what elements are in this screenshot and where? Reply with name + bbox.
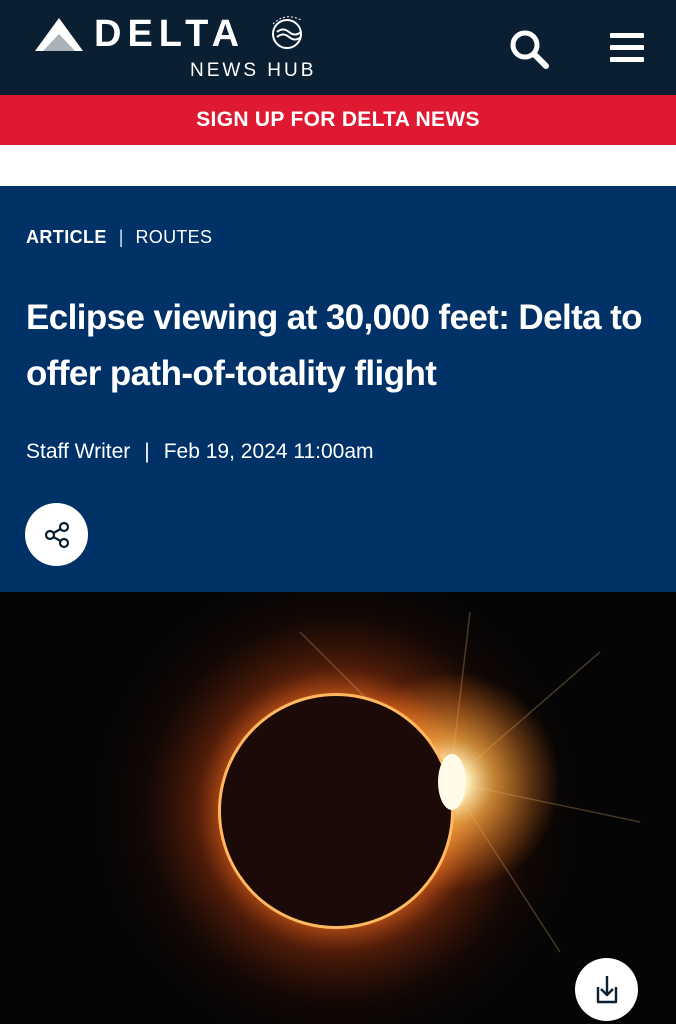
search-icon[interactable] <box>507 27 551 71</box>
site-header: DELTA NEWS HUB <box>0 0 676 95</box>
download-icon <box>596 975 617 1003</box>
author-name: Staff Writer <box>26 440 131 463</box>
byline: Staff Writer | Feb 19, 2024 11:00am <box>26 440 374 464</box>
byline-separator: | <box>144 440 150 463</box>
share-button[interactable] <box>25 503 88 566</box>
hamburger-menu-icon[interactable] <box>608 30 646 66</box>
breadcrumb-separator: | <box>118 227 124 247</box>
article-title: Eclipse viewing at 30,000 feet: Delta to… <box>26 298 643 393</box>
brand-wordmark[interactable]: DELTA <box>94 14 245 54</box>
article-hero: ARTICLE | ROUTES Eclipse viewing at 30,0… <box>0 186 676 592</box>
content-type-label[interactable]: ARTICLE <box>26 227 107 248</box>
signup-label: SIGN UP FOR DELTA NEWS <box>196 108 480 131</box>
category-link-routes[interactable]: ROUTES <box>135 227 212 248</box>
publish-date: Feb 19, 2024 11:00am <box>163 440 374 463</box>
breadcrumb: ARTICLE | ROUTES <box>26 227 212 248</box>
eclipse-hero-image <box>0 592 676 1024</box>
news-hub-label: NEWS HUB <box>190 60 317 81</box>
solar-eclipse-photo <box>0 592 676 1024</box>
download-button[interactable] <box>575 958 638 1021</box>
delta-widget-logo-icon[interactable] <box>35 18 83 52</box>
spacer <box>0 145 676 186</box>
skyteam-logo-icon <box>272 16 302 49</box>
newsletter-signup-banner[interactable]: SIGN UP FOR DELTA NEWS <box>0 95 676 145</box>
share-icon <box>44 521 69 548</box>
